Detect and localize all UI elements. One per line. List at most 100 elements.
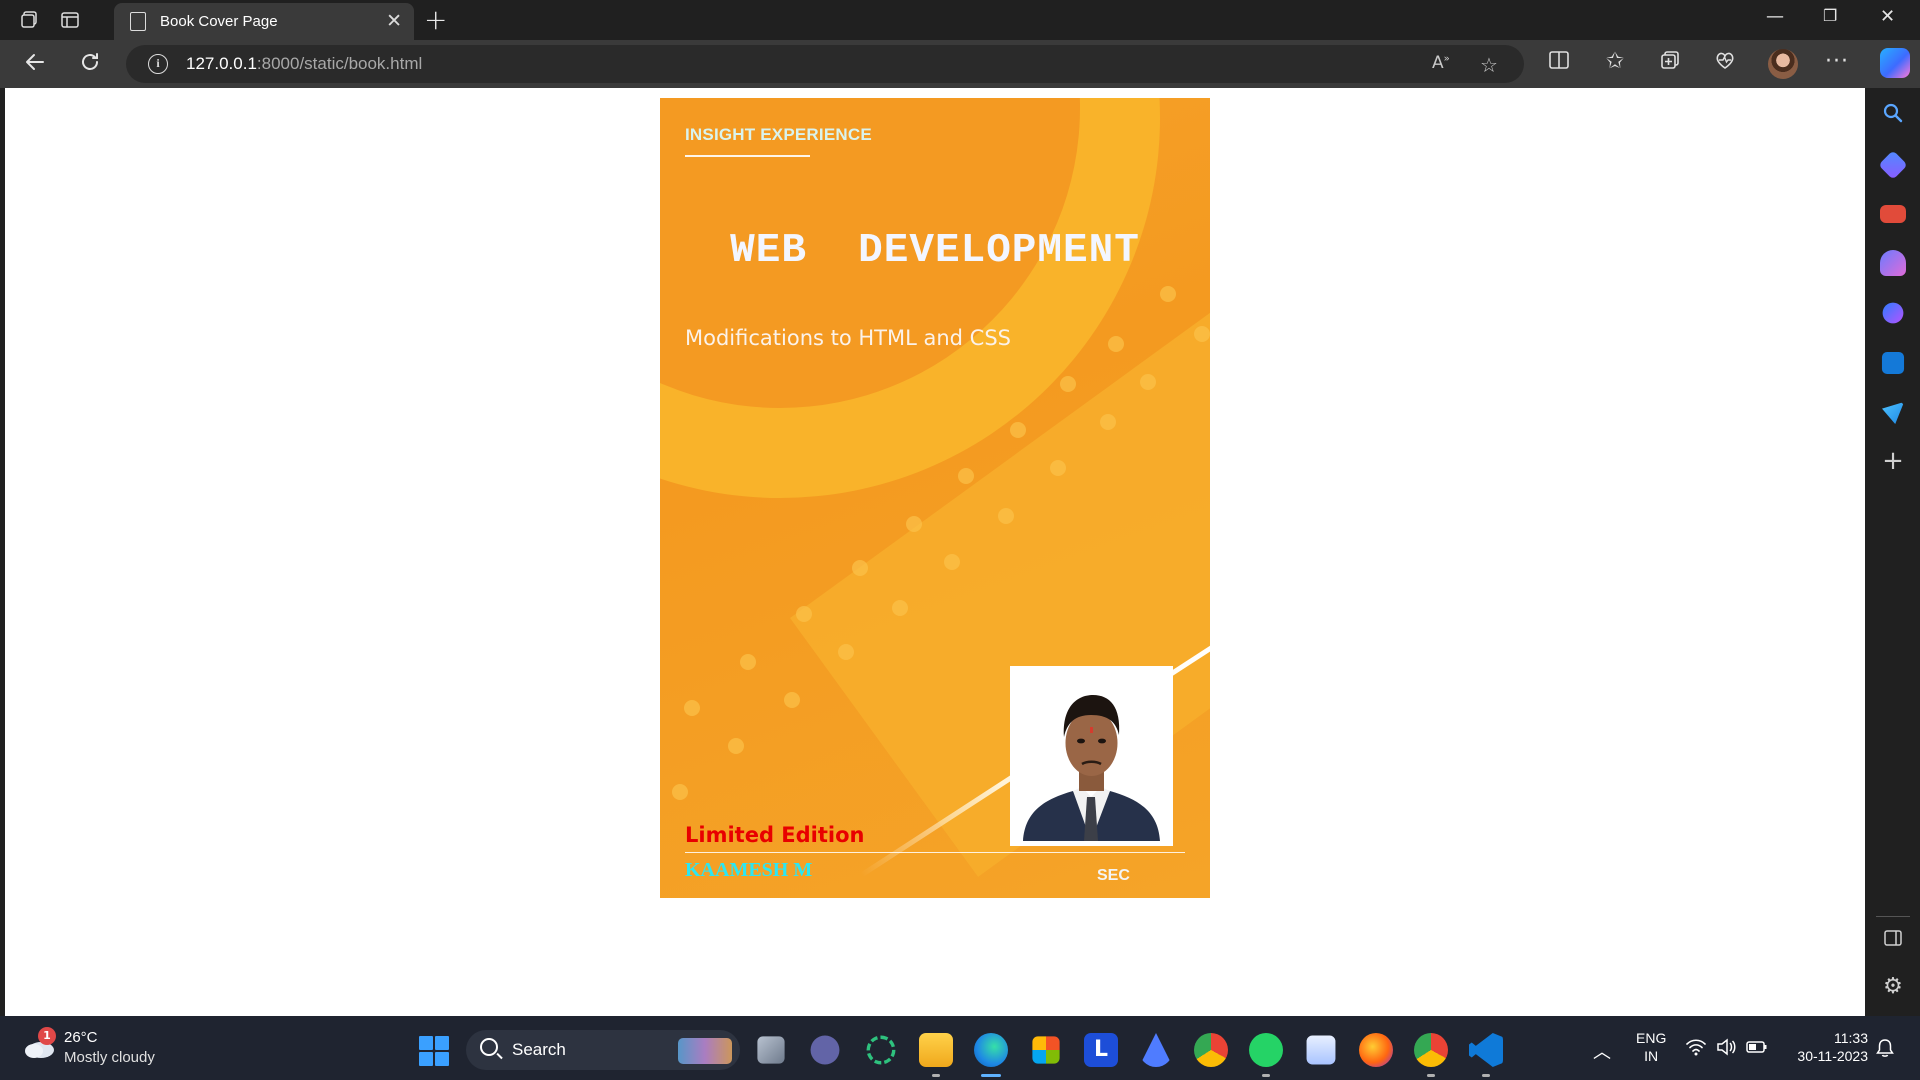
cover-dot (838, 644, 854, 660)
address-bar[interactable]: i 127.0.0.1:8000/static/book.html A» ☆ (126, 45, 1524, 83)
cover-dot (944, 554, 960, 570)
teams-chat-icon[interactable] (810, 1035, 840, 1065)
cover-dot (1194, 326, 1210, 342)
tools-icon[interactable] (1880, 205, 1906, 223)
author-photo (1010, 666, 1173, 846)
workspaces-icon[interactable] (18, 8, 42, 32)
restore-button[interactable]: ❐ (1823, 6, 1837, 25)
cover-dot (1160, 286, 1176, 302)
firefox-icon[interactable] (1359, 1033, 1393, 1067)
drop-icon[interactable] (1881, 401, 1905, 425)
url-path: :8000/static/book.html (256, 54, 423, 73)
notification-bell-icon[interactable] (1876, 1038, 1894, 1063)
close-window-button[interactable]: ✕ (1880, 6, 1895, 27)
site-info-icon[interactable]: i (148, 54, 168, 74)
cover-dot (740, 654, 756, 670)
back-button[interactable] (20, 50, 50, 80)
chrome-icon[interactable] (1194, 1033, 1228, 1067)
tab-actions-icon[interactable] (58, 8, 82, 32)
whatsapp-icon[interactable] (1249, 1033, 1283, 1067)
region-code: IN (1644, 1048, 1659, 1064)
page-icon (130, 12, 146, 31)
browser-tab-active[interactable]: Book Cover Page ✕ (114, 3, 414, 40)
cover-dot (1108, 336, 1124, 352)
cover-dot (784, 692, 800, 708)
refresh-button[interactable] (75, 50, 105, 80)
book-cover: INSIGHT EXPERIENCE WEB DEVELOPMENT Modif… (660, 98, 1210, 898)
l-app-icon[interactable]: L (1084, 1033, 1118, 1067)
cover-brand: INSIGHT EXPERIENCE (685, 125, 872, 144)
arc-icon[interactable] (1139, 1033, 1173, 1067)
add-icon[interactable]: + (1866, 446, 1920, 476)
minimize-button[interactable]: — (1766, 6, 1784, 27)
collections-icon[interactable] (1655, 49, 1685, 77)
search-label: Search (512, 1040, 566, 1059)
volume-icon[interactable] (1716, 1038, 1736, 1061)
microsoft-365-icon[interactable] (1882, 302, 1904, 324)
games-icon[interactable] (1880, 250, 1906, 276)
task-view-icon[interactable] (757, 1036, 785, 1064)
cover-dot (906, 516, 922, 532)
favorites-icon[interactable]: ✩ (1600, 49, 1630, 74)
windows-taskbar: 1 26°C Mostly cloudy Search L ︿ ENG IN 1… (0, 1016, 1920, 1080)
hide-sidebar-icon[interactable] (1866, 928, 1920, 954)
more-options-icon[interactable]: ··· (1822, 49, 1852, 74)
cover-dot (1060, 376, 1076, 392)
vscode-icon[interactable] (1469, 1033, 1503, 1067)
active-indicator (981, 1074, 1001, 1077)
book-title: WEB DEVELOPMENT (730, 228, 1140, 274)
book-subtitle: Modifications to HTML and CSS (685, 326, 1011, 350)
cover-dot (958, 468, 974, 484)
cover-dot (892, 600, 908, 616)
start-icon[interactable] (419, 1036, 449, 1066)
split-screen-icon[interactable] (1544, 49, 1574, 77)
cover-dot (1050, 460, 1066, 476)
tab-title: Book Cover Page (160, 13, 278, 30)
refresh-app-icon[interactable] (866, 1035, 896, 1065)
sidebar-divider (1876, 916, 1910, 917)
close-tab-icon[interactable]: ✕ (386, 10, 402, 32)
settings-icon[interactable]: ⚙ (1866, 974, 1920, 999)
clock-time: 11:33 (1834, 1030, 1868, 1046)
cover-dot (1010, 422, 1026, 438)
show-hidden-icons-icon[interactable]: ︿ (1593, 1038, 1611, 1064)
profile-avatar[interactable] (1768, 49, 1798, 79)
search-glyph-icon (480, 1038, 498, 1056)
running-indicator (932, 1074, 940, 1077)
file-explorer-icon[interactable] (919, 1033, 953, 1067)
taskbar-search[interactable]: Search (466, 1030, 740, 1070)
weather-temperature[interactable]: 26°C (64, 1029, 98, 1046)
outlook-icon[interactable] (1881, 351, 1905, 375)
cover-dot (998, 508, 1014, 524)
title-bar: Book Cover Page ✕ + — ❐ ✕ (0, 0, 1920, 40)
cover-dot (796, 606, 812, 622)
edge-icon[interactable] (974, 1033, 1008, 1067)
copilot-icon[interactable] (1880, 48, 1910, 78)
store-icon[interactable] (1032, 1036, 1060, 1064)
url-text[interactable]: 127.0.0.1:8000/static/book.html (186, 54, 422, 74)
shopping-icon[interactable] (1878, 150, 1908, 180)
system-clock[interactable]: 11:33 30-11-2023 (1784, 1029, 1868, 1065)
author-portrait-image (1015, 671, 1168, 841)
search-highlight-art (678, 1038, 732, 1064)
url-host: 127.0.0.1 (186, 54, 257, 73)
publisher-name: SEC (1097, 867, 1130, 884)
brand-underline (685, 155, 810, 157)
new-tab-button[interactable]: + (424, 5, 447, 35)
battery-icon[interactable] (1746, 1038, 1768, 1061)
notepad-icon[interactable] (1306, 1035, 1336, 1065)
running-indicator (1262, 1074, 1270, 1077)
running-indicator (1427, 1074, 1435, 1077)
read-aloud-icon[interactable]: A» (1432, 53, 1450, 73)
weather-description[interactable]: Mostly cloudy (64, 1049, 155, 1066)
language-indicator[interactable]: ENG IN (1636, 1029, 1666, 1065)
search-icon[interactable] (1866, 102, 1920, 130)
footer-divider (685, 852, 1185, 853)
chrome-profile-icon[interactable] (1414, 1033, 1448, 1067)
wifi-icon[interactable] (1686, 1038, 1706, 1061)
cover-dot (852, 560, 868, 576)
edition-label: Limited Edition (685, 823, 865, 847)
clock-date: 30-11-2023 (1797, 1048, 1868, 1064)
favorite-star-icon[interactable]: ☆ (1480, 53, 1498, 77)
browser-essentials-icon[interactable] (1710, 49, 1740, 77)
